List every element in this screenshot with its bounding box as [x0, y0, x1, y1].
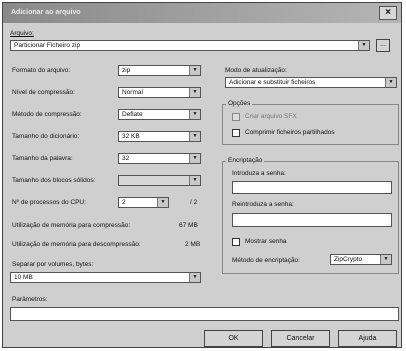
ok-button[interactable]: OK [204, 330, 263, 347]
shared-files-label: Comprimir ficheiros partilhados [245, 129, 335, 136]
level-label: Nível de compressão: [12, 89, 75, 96]
password-input[interactable] [232, 181, 392, 194]
chevron-down-icon[interactable]: ▼ [189, 154, 200, 163]
encryption-title: Encriptação [226, 157, 265, 164]
chevron-down-icon: ▼ [189, 176, 200, 185]
word-size-label: Tamanho da palavra: [12, 155, 73, 162]
parameters-label: Parâmetros: [12, 296, 48, 303]
word-size-select[interactable]: 32 ▼ [118, 153, 201, 164]
options-group [222, 104, 399, 145]
format-select[interactable]: zip ▼ [118, 65, 201, 76]
volume-label: Separar por volumes, bytes: [12, 261, 94, 268]
memory-decompress-label: Utilização de memória para descompressão… [12, 241, 141, 248]
memory-compress-value: 67 MB [179, 222, 198, 229]
add-to-archive-dialog: Adicionar ao arquivo × Arquivo: Particio… [2, 2, 402, 348]
update-mode-select[interactable]: Adicionar e substituir ficheiros ▼ [225, 77, 397, 88]
threads-label: Nº de processos do CPU: [12, 199, 86, 206]
show-password-label: Mostrar senha [245, 238, 287, 245]
show-password-checkbox[interactable] [232, 238, 240, 246]
password-label: Introduza a senha: [232, 170, 286, 177]
memory-compress-label: Utilização de memória para compressão: [12, 222, 131, 229]
help-button[interactable]: Ajuda [338, 330, 397, 347]
update-mode-label: Modo de atualização: [225, 67, 287, 74]
repeat-password-label: Reintroduza a senha: [232, 201, 294, 208]
browse-button[interactable]: ... [376, 39, 390, 52]
method-value: Deflate [122, 111, 143, 118]
dictionary-value: 32 KB [122, 133, 140, 140]
archive-path-combo[interactable]: Particionar Ficheiro zip ▼ [10, 40, 370, 51]
chevron-down-icon[interactable]: ▼ [157, 198, 168, 207]
level-value: Normal [122, 89, 143, 96]
chevron-down-icon[interactable]: ▼ [189, 66, 200, 75]
shared-files-checkbox[interactable] [232, 129, 240, 137]
encryption-method-label: Método de encriptação: [232, 257, 300, 264]
word-size-value: 32 [122, 155, 130, 162]
method-label: Método de compressão: [12, 111, 82, 118]
title-bar: Adicionar ao arquivo × [3, 3, 401, 23]
repeat-password-input[interactable] [232, 213, 392, 227]
level-select[interactable]: Normal ▼ [118, 87, 201, 98]
window-title: Adicionar ao arquivo [11, 9, 81, 16]
memory-decompress-value: 2 MB [185, 241, 201, 248]
archive-label: Arquivo: [10, 30, 34, 37]
chevron-down-icon[interactable]: ▼ [189, 110, 200, 119]
chevron-down-icon[interactable]: ▼ [189, 88, 200, 97]
threads-select[interactable]: 2 ▼ [118, 197, 169, 208]
chevron-down-icon[interactable]: ▼ [358, 41, 369, 50]
format-value: zip [122, 67, 131, 74]
volume-value: 10 MB [14, 274, 33, 281]
dictionary-label: Tamanho do dicionário: [12, 133, 80, 140]
parameters-input[interactable] [10, 307, 399, 321]
update-mode-value: Adicionar e substituir ficheiros [229, 79, 316, 86]
volume-select[interactable]: 10 MB ▼ [10, 272, 201, 283]
threads-total: / 2 [190, 199, 198, 206]
solid-block-select: ▼ [118, 175, 201, 186]
threads-value: 2 [122, 199, 126, 206]
dictionary-select[interactable]: 32 KB ▼ [118, 131, 201, 142]
close-button[interactable]: × [379, 6, 397, 20]
encryption-method-select[interactable]: ZipCrypto ▼ [330, 254, 392, 265]
chevron-down-icon[interactable]: ▼ [189, 132, 200, 141]
sfx-label: Criar arquivo SFX [245, 113, 297, 120]
sfx-checkbox [232, 113, 240, 121]
options-title: Opções [226, 100, 253, 107]
encryption-method-value: ZipCrypto [334, 256, 363, 263]
method-select[interactable]: Deflate ▼ [118, 109, 201, 120]
chevron-down-icon[interactable]: ▼ [385, 78, 396, 87]
archive-path-value: Particionar Ficheiro zip [14, 42, 81, 49]
cancel-button[interactable]: Cancelar [271, 330, 330, 347]
format-label: Formato do arquivo: [12, 67, 71, 74]
solid-block-label: Tamanho dos blocos sólidos: [12, 177, 96, 184]
chevron-down-icon[interactable]: ▼ [380, 255, 391, 264]
chevron-down-icon[interactable]: ▼ [189, 273, 200, 282]
